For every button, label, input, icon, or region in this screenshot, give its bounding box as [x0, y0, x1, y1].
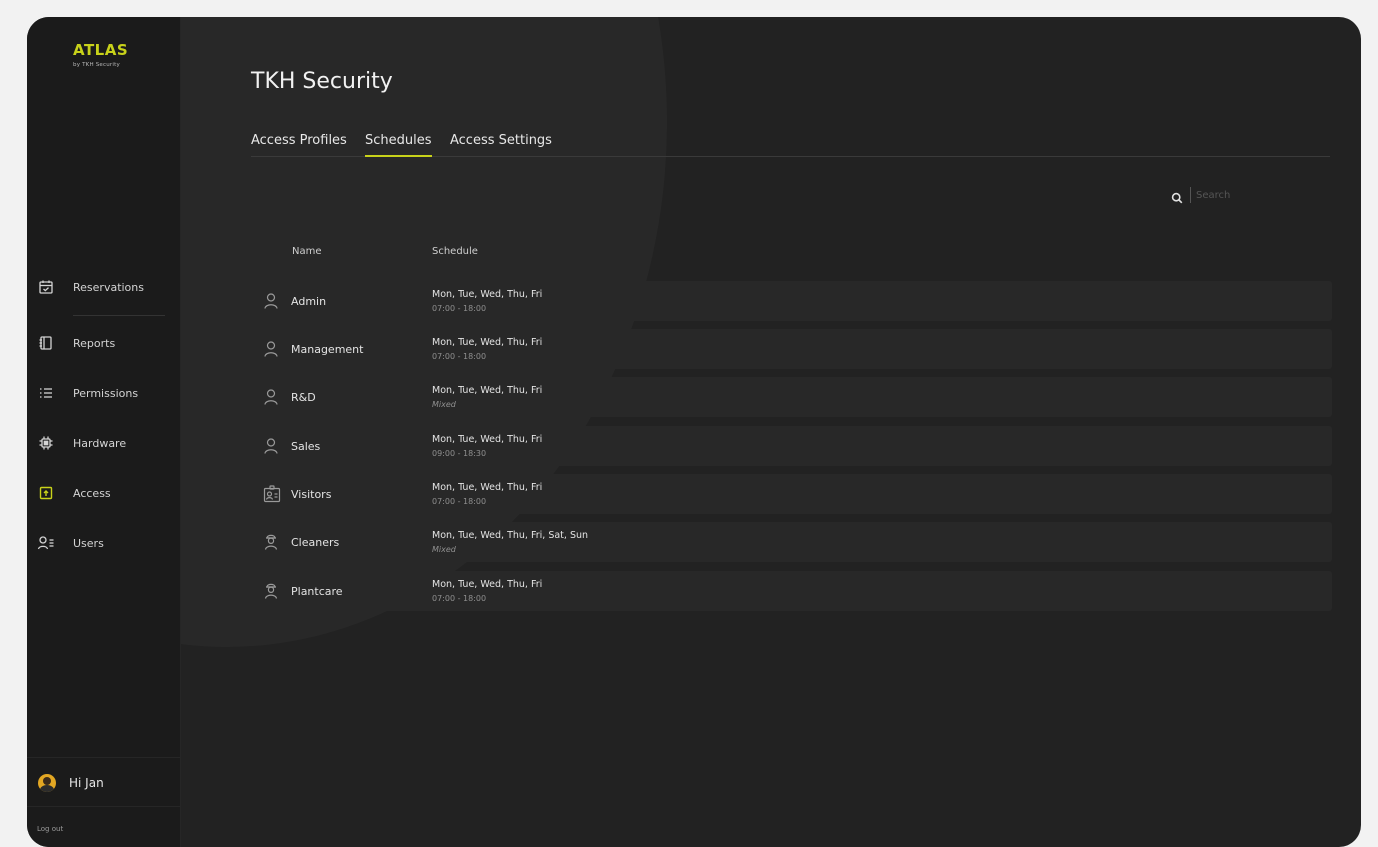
row-days: Mon, Tue, Wed, Thu, Fri: [432, 434, 543, 445]
row-time: 09:00 - 18:30: [432, 449, 487, 458]
book-icon: [37, 334, 55, 352]
sidebar-item-reports[interactable]: Reports: [27, 325, 181, 361]
calendar-check-icon: [37, 278, 55, 296]
table-row[interactable]: Plantcare Mon, Tue, Wed, Thu, Fri 07:00 …: [251, 571, 1332, 611]
sidebar-item-label: Access: [73, 486, 111, 500]
brand-subtitle: by TKH Security: [73, 62, 120, 68]
column-header-schedule: Schedule: [432, 246, 478, 257]
row-name: Plantcare: [291, 585, 343, 598]
page-title: TKH Security: [251, 69, 393, 94]
sidebar: ATLAS by TKH Security Reservations Repor…: [27, 17, 181, 847]
row-days: Mon, Tue, Wed, Thu, Fri: [432, 289, 543, 300]
nav-divider: [73, 315, 165, 316]
worker-icon: [263, 582, 279, 600]
users-icon: [37, 534, 55, 552]
row-days: Mon, Tue, Wed, Thu, Fri: [432, 385, 543, 396]
sidebar-item-label: Users: [73, 536, 104, 550]
user-icon: [263, 388, 279, 406]
tab-schedules[interactable]: Schedules: [365, 133, 432, 157]
row-name: Visitors: [291, 488, 332, 501]
sidebar-item-label: Reports: [73, 336, 116, 350]
search-box: [1171, 185, 1291, 205]
row-name: Cleaners: [291, 536, 340, 549]
user-icon: [263, 292, 279, 310]
logout-link[interactable]: Log out: [37, 825, 63, 833]
list-icon: [37, 384, 55, 402]
tab-bar: Access Profiles Schedules Access Setting…: [251, 131, 1330, 157]
search-separator: [1190, 187, 1191, 203]
table-row[interactable]: Admin Mon, Tue, Wed, Thu, Fri 07:00 - 18…: [251, 281, 1332, 321]
table-row[interactable]: Management Mon, Tue, Wed, Thu, Fri 07:00…: [251, 329, 1332, 369]
row-name: Management: [291, 343, 364, 356]
worker-icon: [263, 533, 279, 551]
access-door-icon: [37, 484, 55, 502]
user-greeting: Hi Jan: [69, 776, 104, 790]
row-name: R&D: [291, 391, 316, 404]
tab-access-profiles[interactable]: Access Profiles: [251, 133, 347, 148]
row-days: Mon, Tue, Wed, Thu, Fri: [432, 579, 543, 590]
sidebar-item-label: Permissions: [73, 386, 139, 400]
row-time: Mixed: [432, 400, 456, 409]
row-days: Mon, Tue, Wed, Thu, Fri: [432, 482, 543, 493]
row-days: Mon, Tue, Wed, Thu, Fri, Sat, Sun: [432, 530, 589, 541]
user-icon: [263, 437, 279, 455]
brand-name: ATLAS: [73, 41, 129, 59]
sidebar-item-label: Reservations: [73, 280, 144, 294]
table-row[interactable]: Cleaners Mon, Tue, Wed, Thu, Fri, Sat, S…: [251, 522, 1332, 562]
user-icon: [263, 340, 279, 358]
row-time: 07:00 - 18:00: [432, 497, 487, 506]
search-input[interactable]: [1196, 189, 1276, 201]
sidebar-item-users[interactable]: Users: [27, 525, 181, 561]
table-row[interactable]: R&D Mon, Tue, Wed, Thu, Fri Mixed: [251, 377, 1332, 417]
search-icon[interactable]: [1171, 189, 1183, 204]
sidebar-item-label: Hardware: [73, 436, 127, 450]
sidebar-item-hardware[interactable]: Hardware: [27, 425, 181, 461]
visitor-badge-icon: [263, 485, 281, 503]
table-row[interactable]: Visitors Mon, Tue, Wed, Thu, Fri 07:00 -…: [251, 474, 1332, 514]
column-header-name: Name: [292, 246, 322, 257]
chip-icon: [37, 434, 55, 452]
row-name: Admin: [291, 295, 327, 308]
sidebar-item-reservations[interactable]: Reservations: [27, 269, 181, 316]
table-row[interactable]: Sales Mon, Tue, Wed, Thu, Fri 09:00 - 18…: [251, 426, 1332, 466]
brand-logo[interactable]: ATLAS by TKH Security: [73, 41, 128, 68]
sidebar-item-access[interactable]: Access: [27, 475, 181, 511]
main-content: TKH Security Access Profiles Schedules A…: [181, 17, 1361, 847]
row-time: 07:00 - 18:00: [432, 352, 487, 361]
row-days: Mon, Tue, Wed, Thu, Fri: [432, 337, 543, 348]
row-name: Sales: [291, 440, 321, 453]
row-time: 07:00 - 18:00: [432, 304, 487, 313]
tab-access-settings[interactable]: Access Settings: [450, 133, 552, 148]
sidebar-item-permissions[interactable]: Permissions: [27, 375, 181, 411]
row-time: Mixed: [432, 545, 456, 554]
app-window: ATLAS by TKH Security Reservations Repor…: [27, 17, 1361, 847]
row-time: 07:00 - 18:00: [432, 594, 487, 603]
avatar[interactable]: [38, 774, 56, 792]
user-profile[interactable]: Hi Jan: [27, 757, 181, 807]
